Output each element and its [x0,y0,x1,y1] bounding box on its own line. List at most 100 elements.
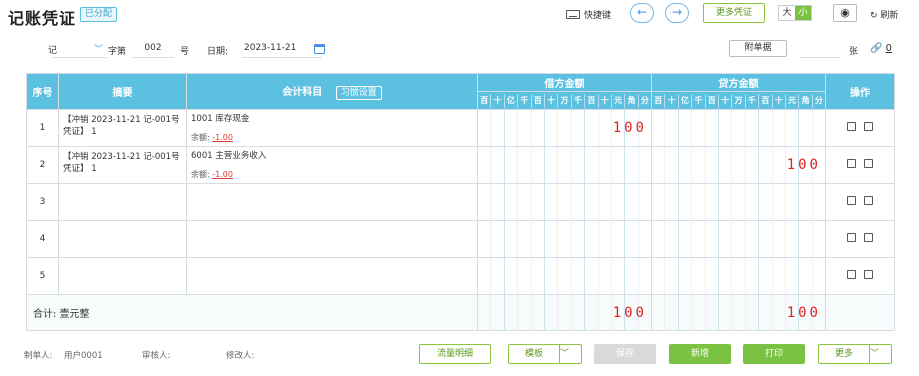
digit-unit-label: 千 [570,93,584,108]
voucher-number-input[interactable]: 002 [132,40,174,58]
account-balance: 余额: -1.00 [191,133,233,142]
credit-amount-cell[interactable] [651,257,826,295]
more-voucher-button[interactable]: 更多凭证 [703,3,765,23]
digit-column [744,295,758,330]
digit-column [771,295,785,330]
digit-column [758,258,771,294]
digit-column [691,147,704,183]
digit-column [610,258,624,294]
col-header-account: 会计科目 习惯设置 [186,73,478,110]
copy-icon[interactable] [847,122,856,131]
next-voucher-button[interactable]: → [665,3,689,23]
copy-icon[interactable] [847,270,856,279]
col-header-index: 序号 [26,73,59,110]
copy-icon[interactable] [847,159,856,168]
summary-cell[interactable] [58,183,187,221]
digit-column [503,147,517,183]
attachments-count-input[interactable] [800,42,840,58]
more-dropdown[interactable]: ﹀ [869,345,891,363]
print-button[interactable]: 打印 [743,344,805,364]
flow-detail-button[interactable]: 流量明细 [419,344,491,364]
digit-column [652,258,664,294]
credit-amount-cell[interactable] [651,220,826,258]
table-row[interactable]: 4 [26,220,895,258]
maker-value: 用户0001 [64,351,103,361]
chevron-down-icon[interactable]: ﹀ [94,42,103,55]
digit-column [744,221,758,257]
voucher-word-label: 字第 [108,47,127,57]
account-cell[interactable] [186,220,478,258]
delete-icon[interactable] [864,270,873,279]
save-button[interactable]: 保存 [594,344,656,364]
copy-icon[interactable] [847,196,856,205]
account-cell[interactable]: 1001 库存现金 余额: -1.00 [186,109,478,147]
template-label: 模板 [525,349,544,359]
habit-settings-button[interactable]: 习惯设置 [335,86,382,100]
more-label: 更多 [835,349,854,359]
digit-column [584,221,597,257]
voucher-info-row: 记 ﹀ 字第 002 号 日期: 2023-11-21 附单据 张 🔗 0 [12,38,908,62]
summary-cell[interactable] [58,220,187,258]
account-cell[interactable] [186,257,478,295]
digit-column [530,147,544,183]
debit-amount-cell[interactable] [477,183,652,221]
digit-column [784,184,798,220]
summary-cell[interactable]: 【冲销 2023-11-21 记-001号凭证】 1 [58,109,187,147]
credit-amount-cell[interactable] [651,109,826,147]
template-button[interactable]: 模板 ﹀ [508,344,582,364]
digit-column [490,147,503,183]
copy-icon[interactable] [847,233,856,242]
digit-unit-label: 千 [744,93,758,108]
delete-icon[interactable] [864,196,873,205]
debit-amount-cell[interactable] [477,146,652,184]
digit-column [637,184,651,220]
digit-column [503,295,517,330]
prev-voucher-button[interactable]: ← [630,3,654,23]
attachment-link[interactable]: 🔗 0 [870,43,892,54]
more-button[interactable]: 更多 ﹀ [818,344,892,364]
digit-unit-label: 十 [597,93,611,108]
table-row[interactable]: 3 [26,183,895,221]
digit-column [543,221,557,257]
refresh-button[interactable]: ↻ 刷新 [870,8,898,21]
digit-column [704,110,718,146]
digit-column [490,258,503,294]
credit-amount-cell[interactable]: 100 [651,146,826,184]
table-row[interactable]: 1 【冲销 2023-11-21 记-001号凭证】 1 1001 库存现金 余… [26,109,895,147]
delete-icon[interactable] [864,233,873,242]
new-button[interactable]: 新增 [669,344,731,364]
view-toggle-button[interactable]: ◉ [833,4,857,22]
summary-cell[interactable] [58,257,187,295]
template-dropdown[interactable]: ﹀ [559,345,581,363]
summary-cell[interactable]: 【冲销 2023-11-21 记-001号凭证】 1 [58,146,187,184]
attachments-button[interactable]: 附单据 [729,40,787,57]
digit-column [652,184,664,220]
table-row[interactable]: 5 [26,257,895,295]
col-header-credit: 贷方金额 [651,73,826,92]
digit-column [652,221,664,257]
digit-unit-label: 十 [717,93,731,108]
account-cell[interactable]: 6001 主营业务收入 余额: -1.00 [186,146,478,184]
account-name: 6001 主营业务收入 [191,151,267,161]
digit-column [704,184,718,220]
shortcut-button[interactable]: 快捷键 [566,8,611,21]
date-input[interactable]: 2023-11-21 [242,40,322,58]
digit-unit-label: 亿 [503,93,517,108]
delete-icon[interactable] [864,122,873,131]
debit-amount-cell[interactable] [477,257,652,295]
calendar-icon[interactable] [314,44,325,54]
auditor-label: 审核人: [142,351,171,361]
debit-amount-cell[interactable] [477,220,652,258]
size-large-option[interactable]: 大 [779,6,795,20]
digit-column [624,221,637,257]
account-cell[interactable] [186,183,478,221]
delete-icon[interactable] [864,159,873,168]
size-toggle[interactable]: 大 小 [778,5,812,21]
size-small-option[interactable]: 小 [795,6,811,20]
debit-amount-cell[interactable]: 100 [477,109,652,147]
table-row[interactable]: 2 【冲销 2023-11-21 记-001号凭证】 1 6001 主营业务收入… [26,146,895,184]
credit-amount-cell[interactable] [651,183,826,221]
digit-column [584,184,597,220]
digit-column [478,147,490,183]
row-index: 3 [26,183,59,221]
